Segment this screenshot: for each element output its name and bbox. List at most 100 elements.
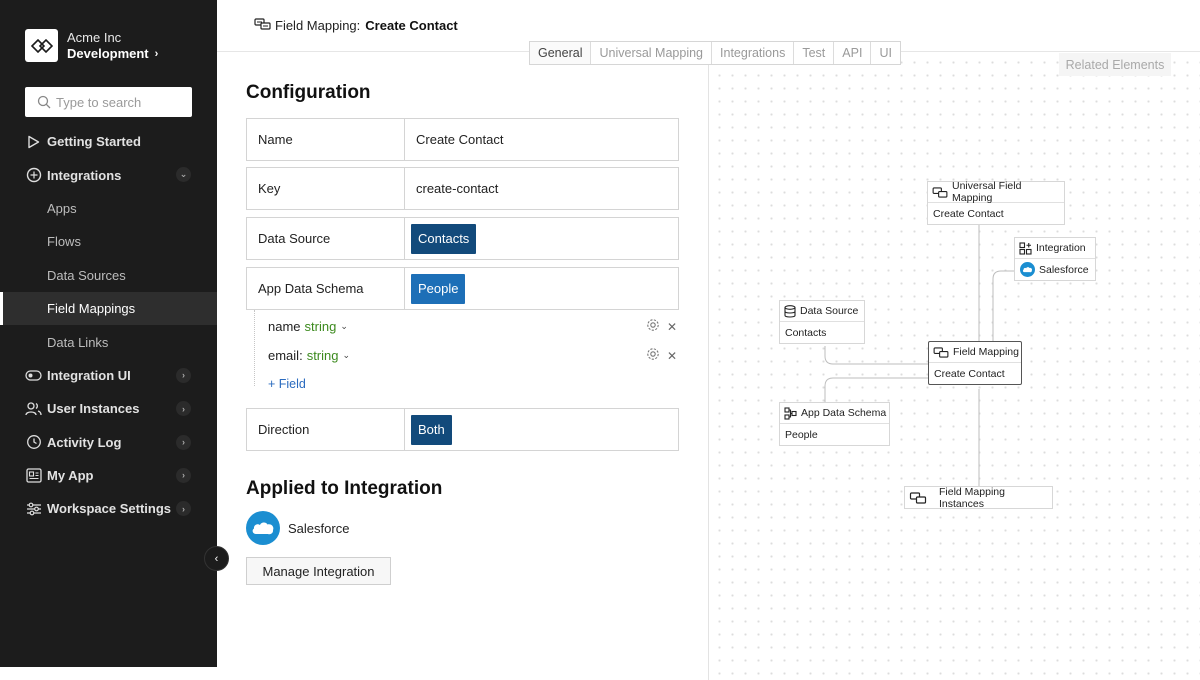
node-title: Field Mapping [953,346,1019,358]
field-name[interactable]: name [268,319,301,334]
app-data-schema-chip[interactable]: People [411,273,466,304]
node-value: People [785,428,818,441]
tab-ui[interactable]: UI [870,42,900,64]
node-value: Create Contact [934,367,1005,380]
chevron-down-icon[interactable]: ⌄ [342,350,350,361]
field-type[interactable]: string [307,348,339,363]
data-source-node[interactable]: Data Source Contacts [779,300,865,344]
direction-chip[interactable]: Both [411,414,452,445]
add-field-link[interactable]: + Field [268,377,306,391]
field-name[interactable]: email: [268,348,303,363]
field-mapping-icon [254,18,271,33]
toggle-icon [25,367,42,384]
workspace-switcher[interactable]: Acme Inc Development › [25,29,158,62]
sidebar-item-flows[interactable]: Flows [0,225,217,258]
field-mapping-icon [932,186,948,198]
sidebar-item-user-instances[interactable]: User Instances › [0,392,217,425]
tab-integrations[interactable]: Integrations [711,42,793,64]
history-icon [25,434,42,451]
sidebar-item-label: My App [47,468,94,484]
chevron-right-icon[interactable]: › [176,401,191,417]
tab-test[interactable]: Test [793,42,833,64]
sidebar-item-getting-started[interactable]: Getting Started [0,125,217,158]
salesforce-logo-icon [1020,262,1035,277]
sidebar-item-label: Integrations [47,167,122,183]
app-data-schema-label: App Data Schema [247,268,405,309]
node-title: Field Mapping Instances [939,485,1005,510]
chevron-right-icon[interactable]: › [176,367,191,383]
manage-integration-button[interactable]: Manage Integration [246,557,391,585]
integration-node[interactable]: Integration Salesforce [1014,237,1096,281]
direction-row: Direction Both [246,408,679,451]
schema-icon [784,406,797,420]
chevron-right-icon[interactable]: › [176,434,191,450]
tab-general[interactable]: General [530,42,591,64]
node-value: Salesforce [1039,263,1089,276]
sidebar-item-label: Activity Log [47,434,122,450]
schema-field-row: name string ⌄ [268,316,348,336]
data-source-row: Data Source Contacts [246,217,679,260]
sidebar-item-integrations[interactable]: Integrations ⌄ [0,158,217,191]
sidebar-item-integration-ui[interactable]: Integration UI › [0,359,217,392]
applied-heading: Applied to Integration [246,478,443,499]
node-value: Create Contact [933,207,1004,220]
related-elements-button[interactable]: Related Elements [1059,53,1171,76]
field-mapping-icon [909,491,927,504]
sidebar-item-label: Getting Started [47,134,141,150]
sidebar-item-data-links[interactable]: Data Links [0,325,217,358]
name-field[interactable]: Create Contact [405,119,678,160]
tab-api[interactable]: API [833,42,870,64]
acme-logo-icon [25,29,58,62]
play-icon [25,133,42,150]
name-label: Name [247,119,405,160]
sidebar-item-data-sources[interactable]: Data Sources [0,259,217,292]
data-source-chip[interactable]: Contacts [411,223,477,254]
key-row: Key create-contact [246,167,679,210]
collapse-sidebar-button[interactable]: ‹ [204,546,229,571]
integration-name: Salesforce [288,520,350,536]
sidebar-item-workspace-settings[interactable]: Workspace Settings › [0,492,217,525]
related-elements-canvas[interactable]: Related Elements Universal Field Mapping… [708,53,1200,680]
universal-field-mapping-node[interactable]: Universal Field Mapping Create Contact [927,180,1065,225]
sidebar-item-apps[interactable]: Apps [0,192,217,225]
sidebar-item-label: User Instances [47,401,140,417]
field-mapping-node[interactable]: Field Mapping Create Contact [928,341,1022,385]
integration-icon [1019,241,1032,255]
search-box[interactable] [25,87,192,117]
close-icon[interactable]: ✕ [667,349,677,363]
entity-type: Field Mapping: [275,18,361,33]
direction-label: Direction [247,409,405,450]
integration-item: Salesforce [246,511,349,545]
chevron-down-icon[interactable]: ⌄ [340,321,348,332]
sidebar-item-activity-log[interactable]: Activity Log › [0,426,217,459]
gear-icon[interactable] [646,347,660,364]
app-data-schema-node[interactable]: App Data Schema People [779,402,890,446]
org-name: Acme Inc [67,29,122,45]
sidebar-item-my-app[interactable]: My App › [0,459,217,492]
chevron-right-icon[interactable]: › [176,501,191,517]
field-type[interactable]: string [305,319,337,334]
search-input[interactable] [56,94,186,110]
close-icon[interactable]: ✕ [667,320,677,334]
app-data-schema-row: App Data Schema People [246,267,679,310]
chevron-down-icon[interactable]: ⌄ [176,167,191,183]
node-value: Contacts [785,326,827,339]
key-label: Key [247,168,405,209]
node-title: Data Source [800,305,859,317]
sidebar-item-label: Workspace Settings [47,501,172,517]
node-title: App Data Schema [801,407,887,419]
sidebar-item-label: Integration UI [47,367,131,383]
chevron-right-icon[interactable]: › [176,467,191,483]
field-mapping-instances-node[interactable]: Field Mapping Instances [904,485,1053,510]
schema-fields: name string ⌄ ✕ email: string ⌄ ✕ + Fiel… [254,310,679,391]
sidebar-item-field-mappings[interactable]: Field Mappings [0,291,217,326]
tab-universal-mapping[interactable]: Universal Mapping [590,42,711,64]
workspace-name: Development [67,45,149,61]
chevron-right-icon: › [154,47,159,60]
field-mapping-icon [933,346,949,358]
key-field[interactable]: create-contact [405,168,678,209]
node-title: Integration [1036,242,1086,254]
database-icon [784,304,796,318]
schema-field-row: email: string ⌄ [268,345,350,365]
gear-icon[interactable] [646,318,660,335]
